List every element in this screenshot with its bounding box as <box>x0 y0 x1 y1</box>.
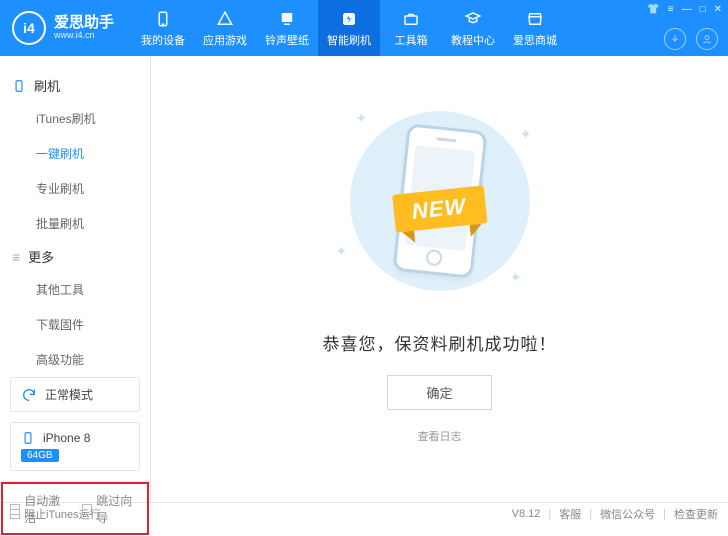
nav-tools[interactable]: 工具箱 <box>380 0 442 56</box>
sidebar-item-other-tools[interactable]: 其他工具 <box>36 272 150 307</box>
nav-label: 智能刷机 <box>327 32 371 48</box>
maximize-icon[interactable]: □ <box>700 4 706 15</box>
nav-label: 爱思商城 <box>513 32 557 48</box>
sidebar-group-label: 刷机 <box>34 76 60 95</box>
app-header: i4 爱思助手 www.i4.cn 我的设备 应用游戏 铃声壁纸 智能刷机 工具… <box>0 0 728 56</box>
flash-icon <box>339 9 359 29</box>
shop-icon <box>525 9 545 29</box>
version-label: V8.12 <box>512 508 541 520</box>
nav-flash[interactable]: 智能刷机 <box>318 0 380 56</box>
success-message: 恭喜您，保资料刷机成功啦！ <box>323 330 557 355</box>
skin-icon[interactable]: 👕 <box>647 4 659 15</box>
confirm-button[interactable]: 确定 <box>387 375 491 410</box>
device-icon <box>153 9 173 29</box>
window-controls: 👕 ≡ — □ ✕ <box>647 4 722 15</box>
app-logo: i4 爱思助手 www.i4.cn <box>12 11 122 45</box>
nav-apps[interactable]: 应用游戏 <box>194 0 256 56</box>
sidebar-item-advanced[interactable]: 高级功能 <box>36 342 150 377</box>
ringtone-icon <box>277 9 297 29</box>
wechat-link[interactable]: 微信公众号 <box>600 506 655 522</box>
device-box[interactable]: iPhone 8 64GB <box>10 422 140 471</box>
app-body: 刷机 iTunes刷机 一键刷机 专业刷机 批量刷机 ≡ 更多 其他工具 下载固… <box>0 56 728 502</box>
download-icon[interactable] <box>664 28 686 50</box>
logo-text: 爱思助手 www.i4.cn <box>54 15 114 41</box>
nav-tutorial[interactable]: 教程中心 <box>442 0 504 56</box>
sidebar-group-flash: 刷机 <box>0 70 150 101</box>
main-content: ✦ ✦ ✦ ✦ NEW 恭喜您，保资料刷机成功啦！ 确定 查看日志 <box>151 56 728 502</box>
sidebar-item-batch-flash[interactable]: 批量刷机 <box>36 206 150 241</box>
main-nav: 我的设备 应用游戏 铃声壁纸 智能刷机 工具箱 教程中心 爱思商城 <box>132 0 566 56</box>
minimize-icon[interactable]: — <box>682 4 692 15</box>
nav-label: 工具箱 <box>395 32 428 48</box>
nav-shop[interactable]: 爱思商城 <box>504 0 566 56</box>
block-itunes-label: 阻止iTunes运行 <box>24 506 101 522</box>
apps-icon <box>215 9 235 29</box>
sidebar: 刷机 iTunes刷机 一键刷机 专业刷机 批量刷机 ≡ 更多 其他工具 下载固… <box>0 56 151 502</box>
nav-label: 我的设备 <box>141 32 185 48</box>
success-illustration: ✦ ✦ ✦ ✦ NEW <box>330 106 550 296</box>
tutorial-icon <box>463 9 483 29</box>
nav-ringtone[interactable]: 铃声壁纸 <box>256 0 318 56</box>
more-icon: ≡ <box>12 249 20 265</box>
mode-label: 正常模式 <box>45 386 93 403</box>
sidebar-item-itunes-flash[interactable]: iTunes刷机 <box>36 101 150 136</box>
nav-label: 教程中心 <box>451 32 495 48</box>
update-link[interactable]: 检查更新 <box>674 506 718 522</box>
sidebar-item-download-firmware[interactable]: 下载固件 <box>36 307 150 342</box>
footer-links: V8.12 | 客服 | 微信公众号 | 检查更新 <box>512 506 718 522</box>
user-icon[interactable] <box>696 28 718 50</box>
nav-my-device[interactable]: 我的设备 <box>132 0 194 56</box>
menu-icon[interactable]: ≡ <box>668 4 674 15</box>
sidebar-group-label: 更多 <box>28 247 54 266</box>
phone-icon <box>12 79 26 93</box>
tools-icon <box>401 9 421 29</box>
logo-icon: i4 <box>12 11 46 45</box>
close-icon[interactable]: ✕ <box>714 4 722 15</box>
header-right <box>664 28 718 50</box>
app-url: www.i4.cn <box>54 31 114 41</box>
phone-icon <box>21 431 35 445</box>
block-itunes-checkbox[interactable]: 阻止iTunes运行 <box>10 506 101 522</box>
sidebar-group-more: ≡ 更多 <box>0 241 150 272</box>
nav-label: 应用游戏 <box>203 32 247 48</box>
skip-setup-label: 跳过向导 <box>96 492 140 526</box>
support-link[interactable]: 客服 <box>559 506 581 522</box>
device-name: iPhone 8 <box>43 431 90 445</box>
nav-label: 铃声壁纸 <box>265 32 309 48</box>
sidebar-item-onekey-flash[interactable]: 一键刷机 <box>36 136 150 171</box>
refresh-icon <box>21 387 37 403</box>
mode-box[interactable]: 正常模式 <box>10 377 140 412</box>
view-log-link[interactable]: 查看日志 <box>418 428 462 444</box>
sidebar-item-pro-flash[interactable]: 专业刷机 <box>36 171 150 206</box>
app-name: 爱思助手 <box>54 15 114 32</box>
storage-badge: 64GB <box>21 449 59 462</box>
